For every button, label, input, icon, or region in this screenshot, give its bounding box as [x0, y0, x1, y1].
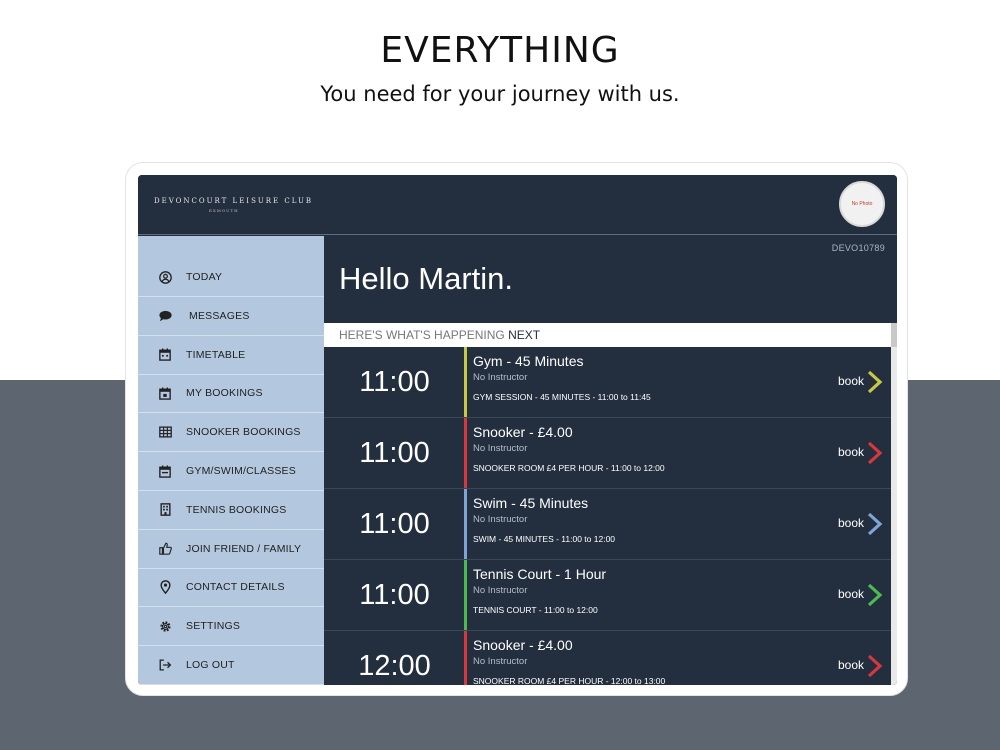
sidebar-item-contact-details[interactable]: CONTACT DETAILS: [138, 569, 324, 608]
comment-icon: [158, 309, 172, 323]
sessions-list: 11:00 Gym - 45 Minutes No Instructor GYM…: [324, 347, 891, 685]
session-detail: TENNIS COURT - 11:00 to 12:00: [473, 605, 598, 615]
session-instructor: No Instructor: [473, 372, 528, 383]
session-row[interactable]: 11:00 Gym - 45 Minutes No Instructor GYM…: [324, 347, 891, 418]
sidebar-item-join-friend-family[interactable]: JOIN FRIEND / FAMILY: [138, 530, 324, 569]
session-accent: [464, 560, 467, 630]
sidebar-item-log-out[interactable]: LOG OUT: [138, 646, 324, 685]
sidebar-item-my-bookings[interactable]: MY BOOKINGS: [138, 375, 324, 414]
session-instructor: No Instructor: [473, 656, 528, 667]
sidebar-item-label: LOG OUT: [186, 659, 235, 672]
club-logo[interactable]: DEVONCOURT LEISURE CLUB: [154, 197, 313, 205]
user-circle-icon: [158, 270, 172, 284]
session-detail: SNOOKER ROOM £4 PER HOUR - 12:00 to 13:0…: [473, 676, 666, 685]
calendar-icon: [158, 348, 172, 362]
building-icon: [158, 503, 172, 517]
sidebar-item-snooker-bookings[interactable]: SNOOKER BOOKINGS: [138, 413, 324, 453]
sidebar-item-label: SNOOKER BOOKINGS: [186, 426, 301, 439]
book-button[interactable]: book: [838, 374, 864, 388]
session-row[interactable]: 11:00 Tennis Court - 1 Hour No Instructo…: [324, 560, 891, 631]
sidebar-item-label: SETTINGS: [186, 620, 241, 633]
session-accent: [464, 631, 467, 685]
chevron-right-icon[interactable]: [866, 370, 884, 394]
session-title: Snooker - £4.00: [473, 424, 573, 440]
sidebar-item-messages[interactable]: MESSAGES: [138, 297, 324, 336]
happening-next-highlight: NEXT: [508, 328, 541, 342]
session-time: 11:00: [359, 365, 430, 398]
sidebar-item-label: MESSAGES: [189, 309, 250, 322]
session-detail: GYM SESSION - 45 MINUTES - 11:00 to 11:4…: [473, 392, 651, 402]
sidebar-item-label: TENNIS BOOKINGS: [186, 503, 287, 516]
sidebar-item-timetable[interactable]: TIMETABLE: [138, 336, 324, 375]
session-detail: SWIM - 45 MINUTES - 11:00 to 12:00: [473, 534, 616, 544]
avatar-text: No Photo: [851, 201, 873, 207]
thumbs-up-icon: [158, 542, 172, 556]
session-row[interactable]: 12:00 Snooker - £4.00 No Instructor SNOO…: [324, 631, 891, 685]
table-grid-icon: [158, 425, 172, 439]
app-screen: DEVONCOURT LEISURE CLUB EXMOUTH No Photo…: [138, 175, 897, 685]
sidebar-item-tennis-bookings[interactable]: TENNIS BOOKINGS: [138, 491, 324, 530]
happening-next-prefix: HERE'S WHAT'S HAPPENING: [339, 328, 505, 342]
hero-title: EVERYTHING: [380, 30, 620, 71]
book-button[interactable]: book: [838, 445, 864, 459]
calendar-icon: [158, 464, 172, 478]
book-button[interactable]: book: [838, 658, 864, 672]
club-logo-location: EXMOUTH: [209, 208, 239, 213]
chevron-right-icon[interactable]: [866, 512, 884, 536]
sidebar-item-gym-swim-classes[interactable]: GYM/SWIM/CLASSES: [138, 452, 324, 491]
book-button[interactable]: book: [838, 516, 864, 530]
session-time: 11:00: [359, 507, 430, 540]
greeting-title: Hello Martin.: [339, 261, 513, 296]
session-instructor: No Instructor: [473, 585, 528, 596]
app-header: DEVONCOURT LEISURE CLUB EXMOUTH No Photo: [138, 175, 897, 235]
session-title: Gym - 45 Minutes: [473, 353, 584, 369]
sidebar-item-label: GYM/SWIM/CLASSES: [186, 465, 296, 478]
session-accent: [464, 418, 467, 488]
session-time: 12:00: [358, 649, 431, 682]
chevron-right-icon[interactable]: [866, 583, 884, 607]
session-time: 11:00: [359, 436, 430, 469]
map-pin-icon: [158, 580, 172, 595]
member-id: DEVO10789: [831, 243, 885, 253]
scrollbar-thumb[interactable]: [891, 323, 897, 347]
sidebar-item-label: MY BOOKINGS: [186, 387, 263, 400]
main-panel: DEVO10789 Hello Martin. HERE'S WHAT'S HA…: [324, 236, 897, 685]
session-accent: [464, 347, 467, 417]
session-row[interactable]: 11:00 Snooker - £4.00 No Instructor SNOO…: [324, 418, 891, 489]
session-accent: [464, 489, 467, 559]
session-row[interactable]: 11:00 Swim - 45 Minutes No Instructor SW…: [324, 489, 891, 560]
logout-icon: [158, 658, 172, 672]
sidebar-item-settings[interactable]: SETTINGS: [138, 607, 324, 647]
hero-subtitle: You need for your journey with us.: [320, 82, 680, 106]
avatar[interactable]: No Photo: [839, 181, 885, 227]
session-title: Snooker - £4.00: [473, 637, 573, 653]
chevron-right-icon[interactable]: [866, 654, 884, 678]
sidebar-item-label: JOIN FRIEND / FAMILY: [186, 542, 302, 555]
scrollbar-track[interactable]: [891, 323, 897, 685]
sidebar: TODAY MESSAGES TIMETABLE MY BOOKINGS SNO…: [138, 236, 324, 685]
tablet-frame: DEVONCOURT LEISURE CLUB EXMOUTH No Photo…: [125, 162, 908, 696]
sidebar-item-label: TIMETABLE: [186, 348, 246, 361]
session-title: Tennis Court - 1 Hour: [473, 566, 607, 582]
gear-icon: [158, 619, 172, 633]
sidebar-item-today[interactable]: TODAY: [138, 238, 324, 297]
happening-next-header: HERE'S WHAT'S HAPPENING NEXT: [324, 323, 891, 347]
sidebar-item-label: TODAY: [186, 271, 223, 283]
chevron-right-icon[interactable]: [866, 441, 884, 465]
sidebar-item-label: CONTACT DETAILS: [186, 581, 285, 594]
calendar-check-icon: [158, 386, 172, 400]
session-time: 11:00: [359, 578, 430, 611]
session-detail: SNOOKER ROOM £4 PER HOUR - 11:00 to 12:0…: [473, 463, 665, 473]
session-title: Swim - 45 Minutes: [473, 495, 589, 511]
book-button[interactable]: book: [838, 587, 864, 601]
session-instructor: No Instructor: [473, 514, 528, 525]
session-instructor: No Instructor: [473, 443, 528, 454]
